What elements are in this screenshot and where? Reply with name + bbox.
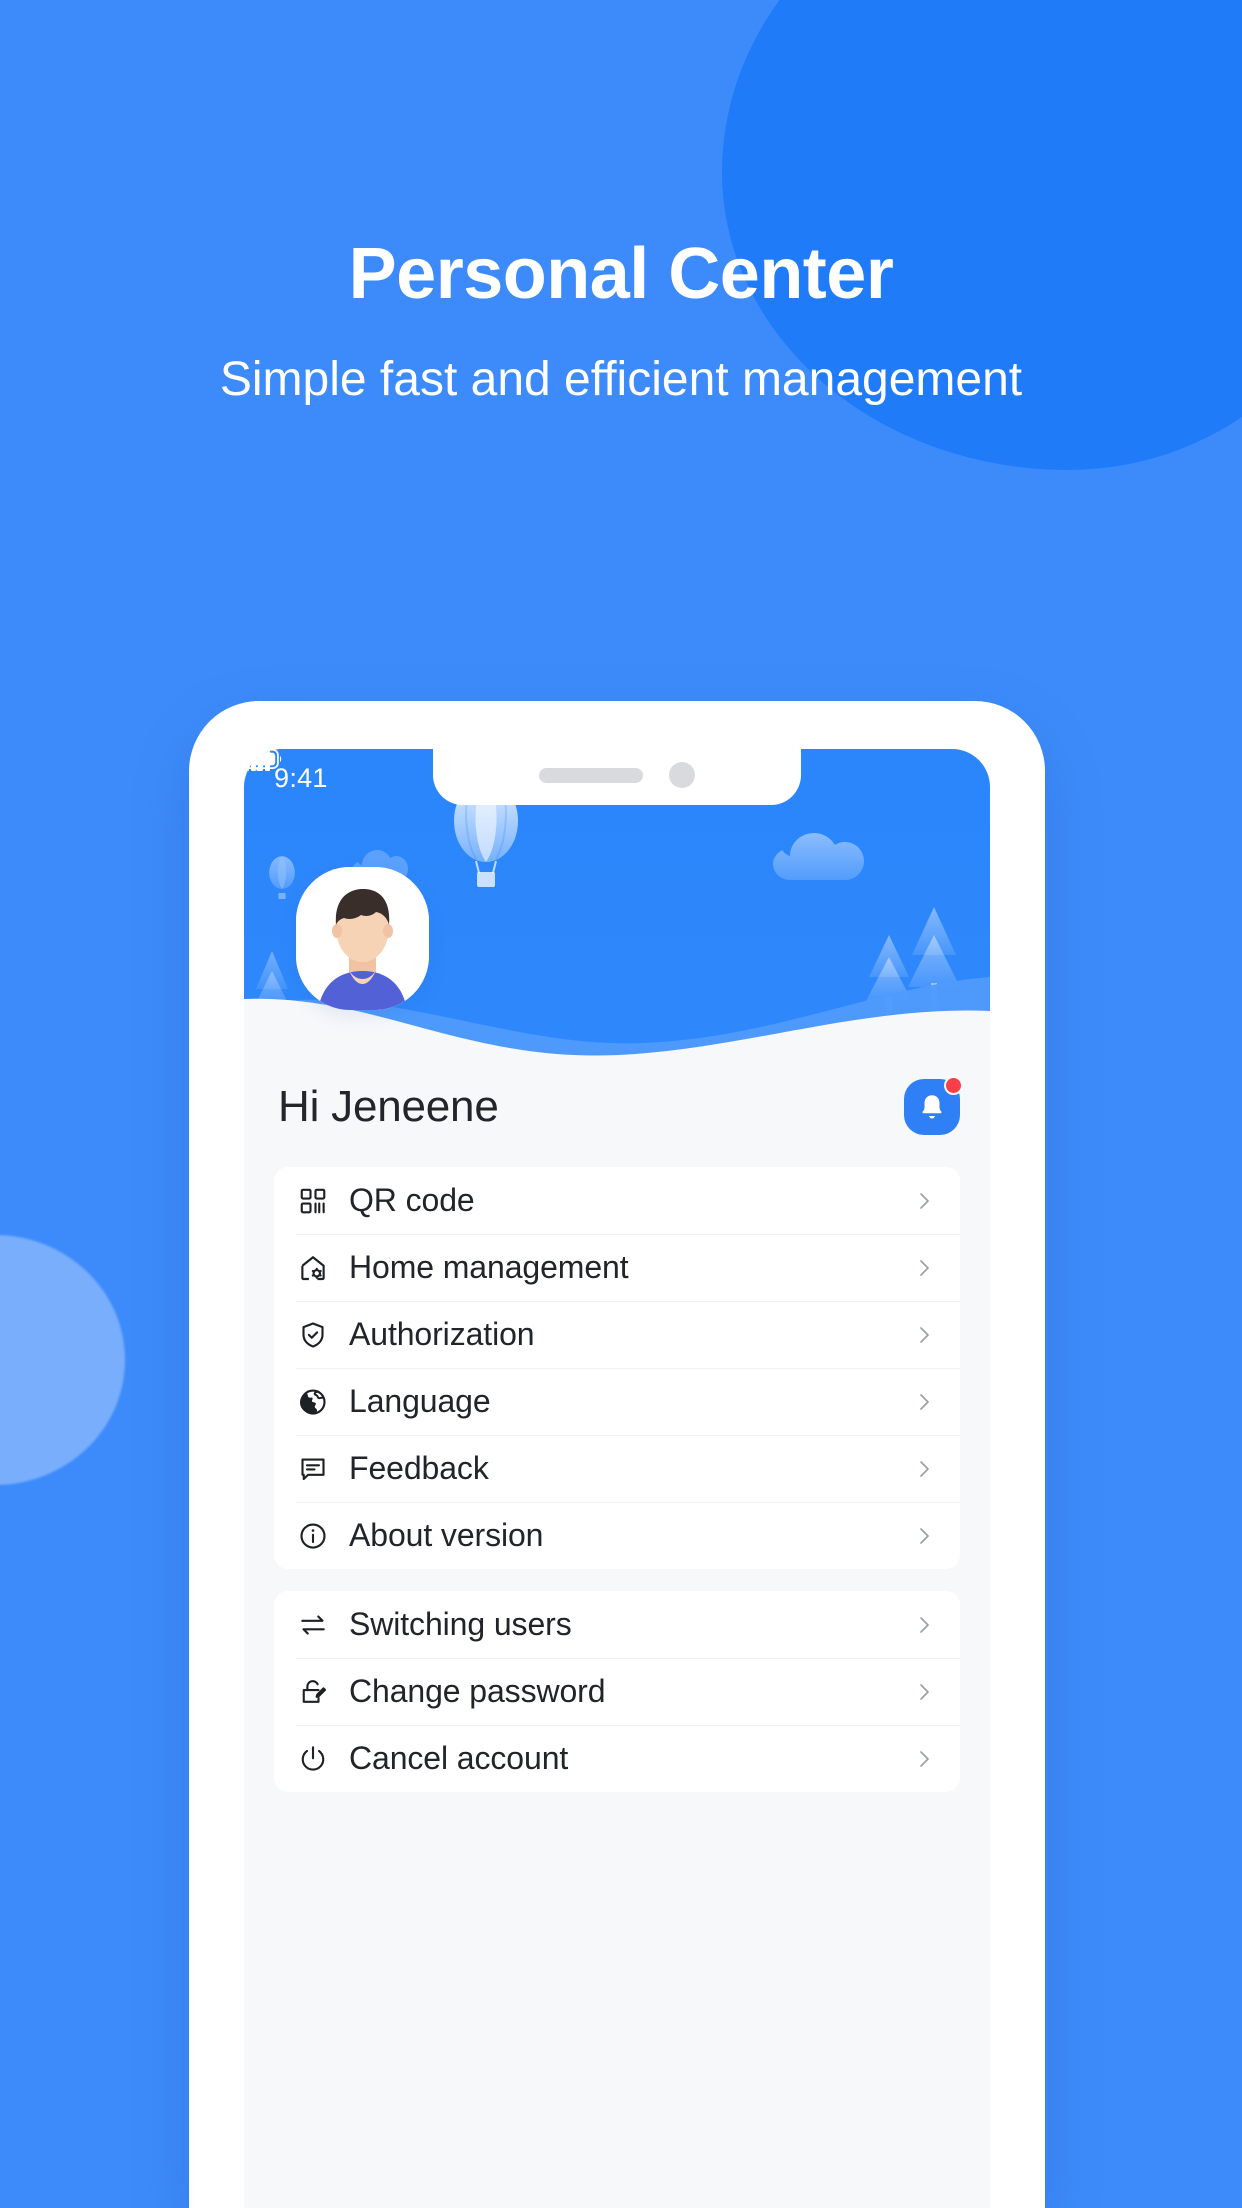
shield-check-icon [296, 1318, 330, 1352]
comment-icon [296, 1452, 330, 1486]
bell-icon [922, 1095, 942, 1119]
menu-item-home-management[interactable]: Home management [274, 1234, 960, 1301]
menu-item-about-version[interactable]: About version [274, 1502, 960, 1569]
chevron-right-icon [912, 1256, 936, 1280]
menu-item-label: About version [349, 1517, 544, 1553]
background-blob-left [0, 1235, 125, 1485]
notifications-button[interactable] [904, 1076, 963, 1135]
globe-icon [296, 1385, 330, 1419]
status-time: 9:41 [274, 762, 328, 793]
chevron-right-icon [912, 1390, 936, 1414]
page-title: Personal Center [348, 234, 894, 314]
menu-item-cancel-account[interactable]: Cancel account [274, 1725, 960, 1792]
page-subtitle: Simple fast and efficient management [219, 353, 1023, 406]
greeting-row: Hi Jeneene [244, 1061, 990, 1153]
menu-item-label: Change password [349, 1673, 606, 1709]
menu-item-authorization[interactable]: Authorization [274, 1301, 960, 1368]
cloud-icon [773, 833, 864, 880]
user-avatar-illustration [296, 867, 429, 1010]
menu-item-label: Switching users [349, 1606, 572, 1642]
notification-badge [944, 1076, 963, 1095]
menu-item-label: Authorization [349, 1316, 535, 1352]
menu-item-qr-code[interactable]: QR code [274, 1167, 960, 1234]
settings-card-account: Switching users Change password Cancel a… [274, 1591, 960, 1792]
battery-icon [244, 749, 282, 769]
menu-item-language[interactable]: Language [274, 1368, 960, 1435]
hot-air-balloon-icon [269, 856, 295, 899]
swap-arrows-icon [296, 1608, 330, 1642]
qr-code-icon [296, 1184, 330, 1218]
menu-item-switching-users[interactable]: Switching users [274, 1591, 960, 1658]
chevron-right-icon [912, 1680, 936, 1704]
chevron-right-icon [912, 1613, 936, 1637]
chevron-right-icon [912, 1457, 936, 1481]
menu-item-feedback[interactable]: Feedback [274, 1435, 960, 1502]
promo-header: Personal Center Simple fast and efficien… [0, 0, 1242, 407]
menu-item-label: Feedback [349, 1450, 489, 1486]
menu-item-label: Language [349, 1383, 491, 1419]
menu-item-label: QR code [349, 1182, 475, 1218]
profile-hero-banner: 9:41 [244, 749, 990, 1061]
phone-screen: 9:41 Hi Jeneene QR code Home management … [244, 749, 990, 2208]
greeting-name: Hi Jeneene [278, 1082, 499, 1131]
status-bar: 9:41 [244, 749, 990, 807]
lock-edit-icon [296, 1675, 330, 1709]
power-icon [296, 1742, 330, 1776]
phone-mockup: 9:41 Hi Jeneene QR code Home management … [189, 701, 1045, 2208]
menu-item-label: Cancel account [349, 1740, 569, 1776]
settings-card-primary: QR code Home management Authorization La… [274, 1167, 960, 1569]
menu-item-change-password[interactable]: Change password [274, 1658, 960, 1725]
chevron-right-icon [912, 1524, 936, 1548]
chevron-right-icon [912, 1747, 936, 1771]
info-circle-icon [296, 1519, 330, 1553]
chevron-right-icon [912, 1323, 936, 1347]
menu-item-label: Home management [349, 1249, 629, 1285]
avatar[interactable] [296, 867, 429, 1010]
chevron-right-icon [912, 1189, 936, 1213]
home-settings-icon [296, 1251, 330, 1285]
